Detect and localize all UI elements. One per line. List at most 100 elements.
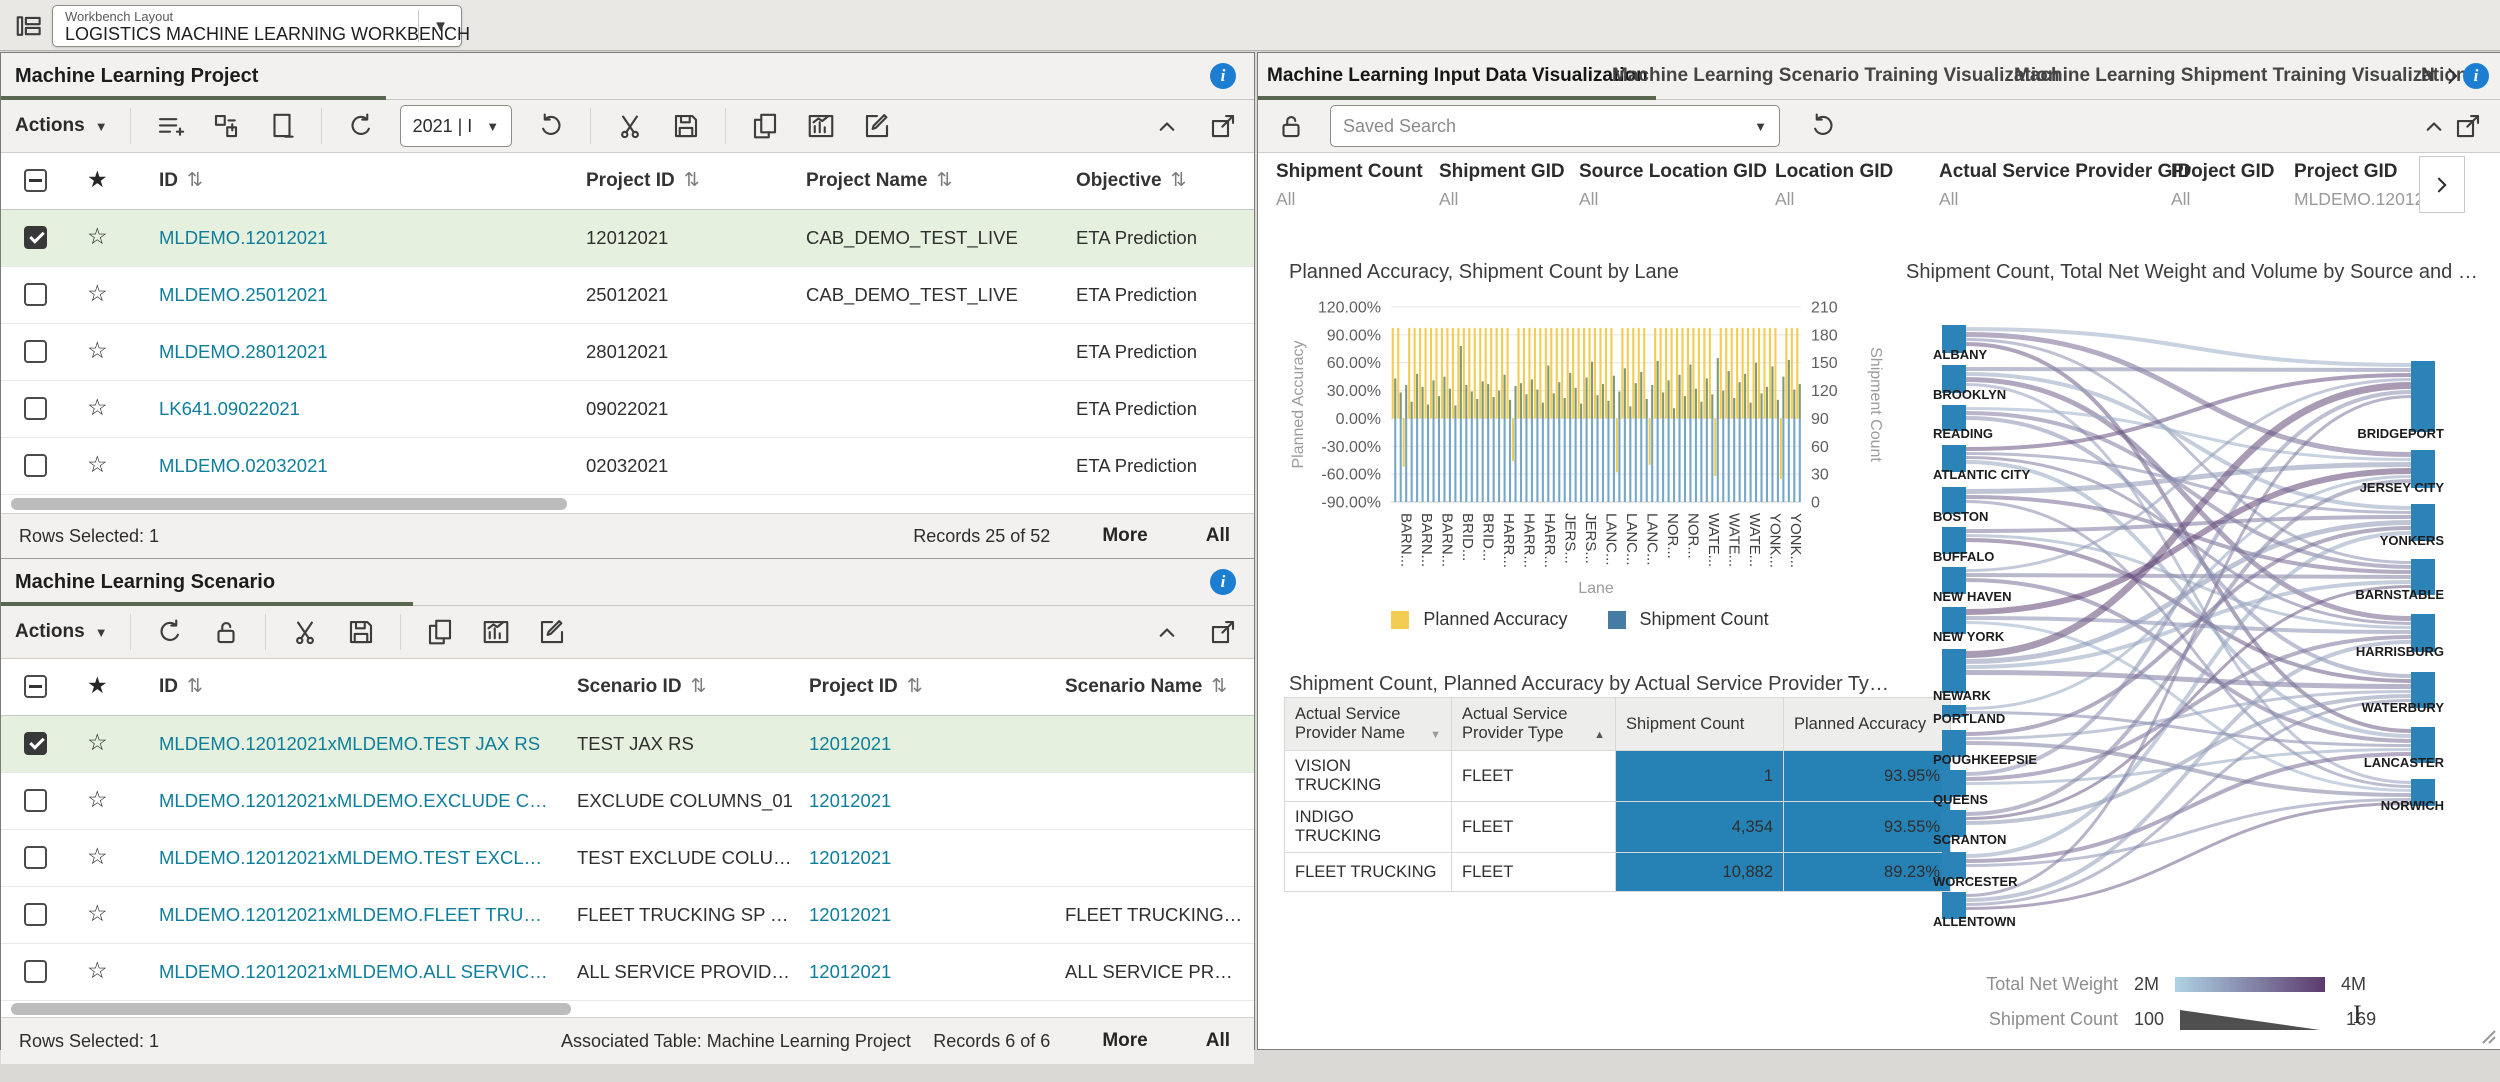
- provider-row[interactable]: INDIGO TRUCKINGFLEET4,35493.55%: [1285, 802, 1951, 853]
- row-checkbox[interactable]: [24, 283, 47, 306]
- favorite-star-icon[interactable]: ☆: [87, 843, 108, 870]
- tab-2[interactable]: Machine Learning Scenario Training Visua…: [1612, 65, 2059, 87]
- provider-table[interactable]: Actual Service Provider Name▼Actual Serv…: [1284, 697, 1951, 892]
- column-header-label[interactable]: Project ID: [586, 170, 675, 191]
- copy-icon[interactable]: [748, 109, 782, 143]
- refresh-icon[interactable]: [153, 615, 187, 649]
- reload-icon[interactable]: [534, 109, 568, 143]
- filter-value[interactable]: All: [1579, 189, 1598, 210]
- table-row[interactable]: ☆MLDEMO.2501202125012021CAB_DEMO_TEST_LI…: [1, 267, 1254, 324]
- filter-value[interactable]: All: [2171, 189, 2190, 210]
- bar-chart[interactable]: 120.00%21090.00%18060.00%15030.00%1200.0…: [1281, 291, 1901, 601]
- scrollbar-thumb[interactable]: [11, 1003, 571, 1015]
- unlock-icon[interactable]: [209, 615, 243, 649]
- column-header-label[interactable]: Scenario ID: [577, 676, 682, 697]
- cell-link[interactable]: MLDEMO.12012021: [159, 227, 328, 249]
- refresh-icon[interactable]: [344, 109, 378, 143]
- favorite-star-icon[interactable]: ☆: [87, 223, 108, 250]
- scenario-actions-button[interactable]: Actions▼: [15, 621, 108, 643]
- open-in-window-icon[interactable]: [1206, 615, 1240, 649]
- row-checkbox[interactable]: [24, 732, 47, 755]
- collapse-panel-icon[interactable]: [1150, 109, 1184, 143]
- column-header-label[interactable]: ID: [159, 676, 178, 697]
- filter-label[interactable]: Source Location GID: [1579, 161, 1767, 183]
- save-icon[interactable]: [344, 615, 378, 649]
- column-header-label[interactable]: ID: [159, 170, 178, 191]
- unlock-icon[interactable]: [1274, 109, 1308, 143]
- edit-icon[interactable]: [860, 109, 894, 143]
- sort-icon[interactable]: ⇅: [907, 676, 923, 697]
- open-in-window-icon[interactable]: [2451, 109, 2485, 143]
- filter-value[interactable]: All: [1276, 189, 1295, 210]
- provider-row[interactable]: FLEET TRUCKINGFLEET10,88289.23%: [1285, 853, 1951, 892]
- filters-scroll-right-button[interactable]: [2419, 156, 2465, 213]
- column-header-label[interactable]: Project ID: [809, 676, 898, 697]
- sort-asc-icon[interactable]: ▲: [1594, 729, 1605, 741]
- collapse-panel-icon[interactable]: [1150, 615, 1184, 649]
- more-button[interactable]: More: [1102, 525, 1147, 547]
- filter-value[interactable]: MLDEMO.120120: [2294, 189, 2434, 210]
- add-rows-icon[interactable]: [153, 109, 187, 143]
- reload-icon[interactable]: [1806, 109, 1840, 143]
- column-header-label[interactable]: Objective: [1076, 170, 1162, 191]
- favorite-star-icon[interactable]: ☆: [87, 786, 108, 813]
- table-row[interactable]: ☆MLDEMO.12012021xMLDEMO.TEST JAX RSTEST …: [1, 716, 1254, 773]
- cell-link[interactable]: MLDEMO.12012021xMLDEMO.TEST JAX RS: [159, 733, 540, 755]
- row-checkbox[interactable]: [24, 397, 47, 420]
- table-row[interactable]: ☆ MLDEMO.12012021xMLDEMO.TEST EXCLUDE COL…: [1, 830, 1254, 887]
- row-checkbox[interactable]: [24, 340, 47, 363]
- table-row[interactable]: ☆MLDEMO.0203202102032021ETA Prediction: [1, 438, 1254, 495]
- favorite-star-icon[interactable]: ☆: [87, 280, 108, 307]
- cell-link[interactable]: MLDEMO.12012021xMLDEMO.EXCLUDE COLUMN...: [159, 790, 554, 812]
- more-button[interactable]: More: [1102, 1030, 1147, 1052]
- scrollbar-thumb[interactable]: [11, 498, 567, 510]
- saved-search-combobox[interactable]: Saved Search ▼: [1330, 105, 1780, 147]
- save-icon[interactable]: [669, 109, 703, 143]
- cell-link[interactable]: 12012021: [809, 790, 891, 812]
- cell-link[interactable]: MLDEMO.12012021xMLDEMO.TEST EXCLUDE COL.…: [159, 847, 554, 869]
- filter-label[interactable]: Project GID: [2294, 161, 2397, 183]
- sort-icon[interactable]: ⇅: [1171, 170, 1187, 191]
- table-row[interactable]: ☆MLDEMO.12012021xMLDEMO.ALL SERVICE PROV…: [1, 944, 1254, 1001]
- favorite-star-icon[interactable]: ☆: [87, 394, 108, 421]
- chevron-down-icon[interactable]: ▼: [433, 18, 448, 35]
- filter-value[interactable]: All: [1775, 189, 1794, 210]
- sort-icon[interactable]: ⇅: [187, 676, 203, 697]
- filter-label[interactable]: Shipment Count: [1276, 161, 1423, 183]
- year-filter-combobox[interactable]: 2021 | I▼: [400, 105, 513, 147]
- sort-desc-icon[interactable]: ▼: [1430, 729, 1441, 741]
- row-checkbox[interactable]: [24, 454, 47, 477]
- row-checkbox[interactable]: [24, 846, 47, 869]
- sankey-flow[interactable]: [1966, 575, 2411, 577]
- favorite-star-icon[interactable]: ☆: [87, 729, 108, 756]
- sort-icon[interactable]: ⇅: [936, 170, 952, 191]
- filter-label[interactable]: Location GID: [1775, 161, 1893, 183]
- info-icon[interactable]: i: [1210, 63, 1236, 89]
- cell-link[interactable]: MLDEMO.02032021: [159, 455, 328, 477]
- sankey-flow[interactable]: [1966, 369, 2411, 370]
- table-row[interactable]: ☆MLDEMO.12012021xMLDEMO.FLEET TRUCKING S…: [1, 887, 1254, 944]
- sankey-target-node[interactable]: [2411, 361, 2435, 432]
- open-in-window-icon[interactable]: [1206, 109, 1240, 143]
- cut-icon[interactable]: [613, 109, 647, 143]
- all-button[interactable]: All: [1206, 525, 1230, 547]
- filter-value[interactable]: All: [1939, 189, 1958, 210]
- filter-value[interactable]: All: [1439, 189, 1458, 210]
- table-row[interactable]: ☆ MLDEMO.12012021xMLDEMO.EXCLUDE COLUMN..…: [1, 773, 1254, 830]
- cut-icon[interactable]: [288, 615, 322, 649]
- copy-icon[interactable]: [423, 615, 457, 649]
- column-header-label[interactable]: Scenario Name: [1065, 676, 1202, 697]
- favorite-column-icon[interactable]: ★: [87, 672, 108, 699]
- filter-label[interactable]: Project GID: [2171, 161, 2274, 183]
- chart-icon[interactable]: [804, 109, 838, 143]
- cell-link[interactable]: 12012021: [809, 847, 891, 869]
- all-button[interactable]: All: [1206, 1030, 1230, 1052]
- cell-link[interactable]: MLDEMO.12012021xMLDEMO.ALL SERVICE PROVI…: [159, 961, 554, 983]
- row-checkbox[interactable]: [24, 226, 47, 249]
- project-actions-button[interactable]: Actions▼: [15, 115, 108, 137]
- cell-link[interactable]: 12012021: [809, 961, 891, 983]
- collapse-panel-icon[interactable]: [2417, 109, 2451, 143]
- remove-document-icon[interactable]: [265, 109, 299, 143]
- provider-column-label[interactable]: Shipment Count: [1626, 715, 1744, 733]
- reassign-icon[interactable]: [209, 109, 243, 143]
